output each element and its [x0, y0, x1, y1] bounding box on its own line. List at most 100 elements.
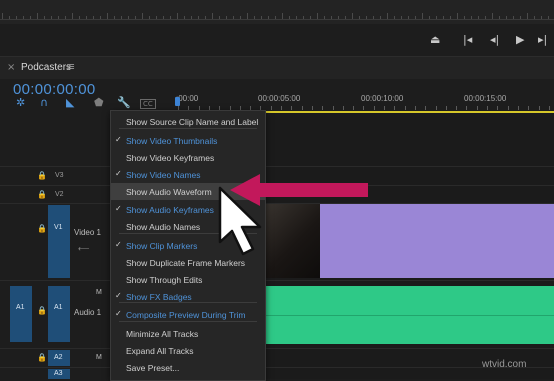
ruler-tick [359, 16, 360, 19]
panel-menu-icon[interactable]: ≡ [66, 60, 75, 73]
video-clip[interactable] [320, 204, 554, 278]
ruler-tick [353, 106, 355, 110]
ruler-tick [538, 106, 540, 110]
ruler-tick [466, 106, 468, 110]
mute-button[interactable]: M [96, 354, 102, 361]
ruler-tick [443, 16, 444, 19]
track-a1-name: Audio 1 [74, 308, 102, 317]
close-panel-icon[interactable]: × [7, 62, 15, 73]
ruler-time: 00:00:10:00 [361, 94, 404, 103]
play-icon[interactable]: ▶ [516, 33, 524, 46]
ruler-tick [247, 13, 248, 19]
panel-title[interactable]: Podcasters [21, 62, 71, 73]
menu-item[interactable]: ✓ Show Video Thumbnails [111, 132, 265, 149]
ruler-tick [338, 16, 339, 19]
track-a3-target[interactable]: A3 [48, 369, 70, 379]
ruler-tick [450, 16, 451, 19]
ruler-tick [282, 13, 283, 19]
ruler-tick [281, 106, 282, 110]
ruler-tick [9, 16, 10, 19]
ruler-tick [184, 16, 185, 19]
track-divider [0, 280, 554, 281]
ruler-tick [254, 16, 255, 19]
menu-item[interactable]: Show Video Keyframes [111, 149, 265, 166]
ruler-tick [415, 16, 416, 19]
ruler-tick [548, 16, 549, 19]
ruler-tick [289, 16, 290, 19]
ruler-tick [79, 16, 80, 19]
menu-item-label: Show Video Thumbnails [126, 136, 218, 146]
time-ruler[interactable]: :00:00 00:00:05:00 00:00:10:00 00:00:15:… [170, 88, 554, 112]
menu-item[interactable]: ✓ Show FX Badges [111, 288, 265, 305]
ruler-tick [16, 16, 17, 19]
captions-icon[interactable]: CC [140, 99, 156, 109]
mark-in-icon[interactable]: |◂ [463, 33, 472, 46]
menu-item[interactable]: Show Through Edits [111, 271, 265, 288]
menu-item[interactable]: Save Preset... [111, 359, 265, 376]
lock-icon[interactable]: 🔒 [37, 353, 47, 362]
audio-clip[interactable] [262, 286, 554, 344]
step-forward-icon[interactable]: ▸| [538, 33, 547, 46]
menu-item[interactable]: ✓ Composite Preview During Trim [111, 306, 265, 323]
ruler-tick [268, 16, 269, 19]
eye-icon[interactable]: ⟵ [78, 244, 89, 253]
menu-item[interactable]: Show Source Clip Name and Label [111, 113, 265, 130]
ruler-tick [506, 16, 507, 19]
audio-source-label: A1 [16, 304, 25, 311]
menu-item[interactable]: Minimize All Tracks [111, 325, 265, 342]
mute-button[interactable]: M [96, 289, 102, 296]
ruler-tick [233, 16, 234, 19]
playhead-timecode[interactable]: 00:00:00:00 [13, 81, 96, 98]
ruler-tick [156, 16, 157, 19]
ruler-tick [422, 13, 423, 19]
lock-icon[interactable]: 🔒 [37, 224, 47, 233]
ruler-tick [435, 106, 437, 110]
ruler-time: 00:00:05:00 [258, 94, 301, 103]
ruler-tick [93, 16, 94, 19]
ruler-tick [240, 16, 241, 19]
snap-icon[interactable]: ✲ [16, 96, 25, 109]
ruler-tick [541, 16, 542, 19]
ruler-tick [301, 106, 303, 110]
menu-item-label: Minimize All Tracks [126, 329, 199, 339]
track-a1-target[interactable]: A1 [48, 286, 70, 342]
track-v2-label[interactable]: V2 [55, 191, 64, 198]
track-a2-target[interactable]: A2 [48, 350, 70, 366]
marker-icon[interactable]: ⬟ [94, 96, 104, 109]
ruler-tick [261, 16, 262, 19]
ruler-tick [270, 106, 272, 110]
playhead[interactable] [175, 97, 180, 106]
ruler-tick [121, 16, 122, 19]
linked-selection-icon[interactable]: ∩ [40, 96, 48, 109]
audio-source-patch[interactable]: A1 [10, 286, 32, 342]
track-divider [0, 166, 554, 167]
ruler-tick [352, 13, 353, 19]
wrench-icon[interactable]: 🔧 [117, 96, 131, 109]
menu-item-label: Show Clip Markers [126, 241, 198, 251]
add-marker-icon[interactable]: ◣ [66, 96, 74, 109]
mouse-cursor-icon [218, 186, 262, 256]
ruler-tick [476, 106, 478, 110]
ruler-tick [373, 106, 375, 110]
lock-icon[interactable]: 🔒 [37, 306, 47, 315]
step-back-icon[interactable]: ◂| [490, 33, 499, 46]
menu-item[interactable]: Expand All Tracks [111, 342, 265, 359]
video-clip-thumbnail[interactable] [262, 204, 320, 278]
checkmark-icon: ✓ [115, 309, 122, 318]
ruler-tick [425, 106, 427, 110]
ruler-tick [205, 16, 206, 19]
watermark: wtvid.com [482, 359, 527, 370]
top-ruler [0, 0, 554, 24]
ruler-tick [384, 106, 385, 110]
checkmark-icon: ✓ [115, 291, 122, 300]
track-v3-label[interactable]: V3 [55, 172, 64, 179]
lock-icon[interactable]: 🔒 [37, 171, 47, 180]
lock-icon[interactable]: 🔒 [37, 190, 47, 199]
lift-icon[interactable]: ⏏ [430, 33, 440, 46]
track-a3-label: A3 [54, 370, 63, 377]
ruler-tick [142, 13, 143, 19]
menu-item-label: Show Source Clip Name and Label [126, 117, 259, 127]
ruler-tick [487, 106, 488, 110]
track-v1-target[interactable]: V1 [48, 205, 70, 278]
ruler-tick [30, 16, 31, 19]
